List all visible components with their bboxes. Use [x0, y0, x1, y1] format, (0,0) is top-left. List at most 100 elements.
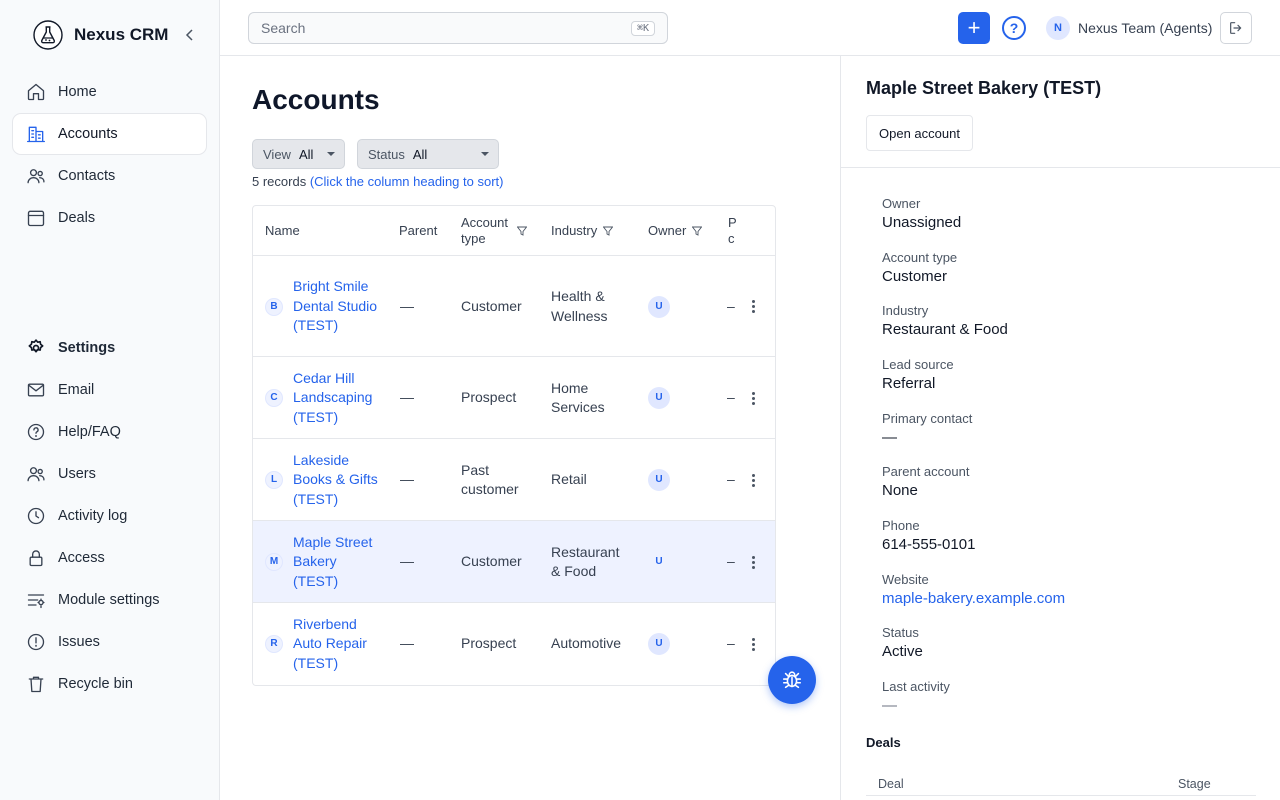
industry-value: Automotive: [551, 635, 622, 652]
account-type-cell: Past customer: [461, 439, 536, 521]
industry-cell: Automotive: [551, 603, 631, 685]
industry-cell: Home Services: [551, 357, 631, 439]
deals-column-stage[interactable]: Stage: [1178, 777, 1211, 791]
account-name-link[interactable]: Maple Street Bakery (TEST): [293, 533, 383, 592]
sidebar-item-label: Accounts: [58, 126, 118, 142]
view-filter[interactable]: View All: [252, 139, 345, 169]
column-label: Industry: [551, 223, 598, 238]
filter-value: All: [298, 146, 314, 162]
search-box[interactable]: ⌘K: [248, 12, 668, 44]
record-count: 5 records (Click the column heading to s…: [252, 174, 503, 189]
collapse-sidebar-button[interactable]: [182, 27, 198, 43]
column-header-account-type[interactable]: Account type: [461, 206, 531, 256]
column-header-industry[interactable]: Industry: [551, 206, 614, 256]
row-actions-icon[interactable]: [746, 391, 760, 405]
secondary-nav: Settings Email Help/FAQ Users Activity l…: [13, 328, 206, 706]
account-type-value: Past customer: [461, 461, 519, 498]
field-label: Owner: [882, 196, 921, 211]
owner-cell: U: [648, 357, 670, 439]
extra-cell: –: [727, 256, 735, 357]
sidebar-item-access[interactable]: Access: [13, 538, 206, 578]
deals-icon: [25, 207, 47, 229]
table-row[interactable]: R Riverbend Auto Repair (TEST) — Prospect Au…: [253, 603, 775, 685]
filter-icon[interactable]: [517, 226, 527, 236]
sidebar-item-users[interactable]: Users: [13, 454, 206, 494]
sidebar-item-label: Recycle bin: [58, 676, 133, 692]
field-label: Phone: [882, 518, 920, 533]
name-cell: Riverbend Auto Repair (TEST): [293, 603, 383, 685]
sidebar-item-label: Contacts: [58, 168, 116, 184]
column-header-truncated[interactable]: P c: [728, 206, 738, 256]
building-icon: [25, 123, 47, 145]
detail-field: Parent account None: [882, 464, 969, 499]
account-name-link[interactable]: Lakeside Books & Gifts (TEST): [293, 451, 383, 510]
sidebar-item-label: Access: [58, 550, 105, 566]
sidebar-item-accounts[interactable]: Accounts: [13, 114, 206, 154]
sidebar-item-home[interactable]: Home: [13, 72, 206, 112]
sidebar-item-label: Module settings: [58, 592, 160, 608]
logout-button[interactable]: [1220, 12, 1252, 44]
account-type-cell: Prospect: [461, 603, 536, 685]
account-initial-badge: B: [265, 297, 283, 316]
flask-logo-icon: [33, 20, 63, 50]
owner-avatar: U: [648, 633, 670, 655]
sidebar-item-label: Home: [58, 84, 97, 100]
table-row[interactable]: C Cedar Hill Landscaping (TEST) — Prospect H…: [253, 357, 775, 439]
row-actions-icon[interactable]: [746, 555, 760, 569]
sort-hint[interactable]: (Click the column heading to sort): [310, 174, 504, 189]
column-header-owner[interactable]: Owner: [648, 206, 703, 256]
filter-icon[interactable]: [603, 226, 614, 236]
table-body: B Bright Smile Dental Studio (TEST) — Custo…: [253, 256, 775, 685]
sidebar-item-contacts[interactable]: Contacts: [13, 156, 206, 196]
sidebar-item-settings[interactable]: Settings: [13, 328, 206, 368]
parent-cell: —: [400, 439, 414, 521]
account-name-link[interactable]: Bright Smile Dental Studio (TEST): [293, 277, 383, 336]
row-letter-cell: L: [265, 439, 283, 521]
open-account-button[interactable]: Open account: [866, 115, 973, 151]
trash-icon: [25, 673, 47, 695]
accounts-list-panel: Accounts View All Status All 5 records (…: [220, 56, 840, 800]
website-link[interactable]: maple-bakery.example.com: [882, 590, 1065, 607]
sidebar-item-label: Deals: [58, 210, 96, 226]
sidebar-item-module-settings[interactable]: Module settings: [13, 580, 206, 620]
chevron-left-icon: [185, 29, 193, 41]
status-filter[interactable]: Status All: [357, 139, 499, 169]
extra-cell: –: [727, 521, 735, 603]
sidebar-item-help-faq[interactable]: Help/FAQ: [13, 412, 206, 452]
add-new-button[interactable]: +: [958, 12, 990, 44]
sidebar-item-recycle-bin[interactable]: Recycle bin: [13, 664, 206, 704]
sidebar-item-issues[interactable]: Issues: [13, 622, 206, 662]
field-value: Customer: [882, 268, 948, 285]
parent-cell: —: [400, 603, 414, 685]
column-header-name[interactable]: Name: [265, 206, 300, 256]
row-actions-icon[interactable]: [746, 637, 760, 651]
home-icon: [25, 81, 47, 103]
search-input[interactable]: [261, 20, 631, 36]
help-button[interactable]: ?: [1002, 16, 1026, 40]
account-name-link[interactable]: Riverbend Auto Repair (TEST): [293, 615, 383, 674]
filter-value: All: [412, 146, 428, 162]
deals-column-deal[interactable]: Deal: [878, 777, 904, 791]
user-menu[interactable]: N Nexus Team (Agents): [1046, 16, 1212, 40]
report-bug-button[interactable]: [768, 656, 816, 704]
detail-field: Website maple-bakery.example.com: [882, 572, 1065, 607]
field-value: 614-555-0101: [882, 536, 976, 553]
table-row[interactable]: L Lakeside Books & Gifts (TEST) — Past cust…: [253, 439, 775, 521]
search-shortcut: ⌘K: [630, 20, 655, 36]
contacts-icon: [25, 165, 47, 187]
sidebar-item-activity-log[interactable]: Activity log: [13, 496, 206, 536]
account-name-link[interactable]: Cedar Hill Landscaping (TEST): [293, 369, 383, 428]
brand[interactable]: Nexus CRM: [33, 20, 168, 50]
filter-icon[interactable]: [692, 226, 703, 236]
row-actions-cell: [746, 521, 760, 603]
row-actions-icon[interactable]: [746, 300, 760, 313]
row-letter-cell: B: [265, 256, 283, 357]
sidebar-item-email[interactable]: Email: [13, 370, 206, 410]
primary-nav: Home Accounts Contacts Deals: [13, 72, 206, 240]
table-row[interactable]: M Maple Street Bakery (TEST) — Customer Rest…: [253, 521, 775, 603]
table-row[interactable]: B Bright Smile Dental Studio (TEST) — Custo…: [253, 256, 775, 357]
row-actions-icon[interactable]: [746, 473, 760, 487]
column-header-parent[interactable]: Parent: [399, 206, 437, 256]
account-type-value: Customer: [461, 553, 522, 570]
sidebar-item-deals[interactable]: Deals: [13, 198, 206, 238]
